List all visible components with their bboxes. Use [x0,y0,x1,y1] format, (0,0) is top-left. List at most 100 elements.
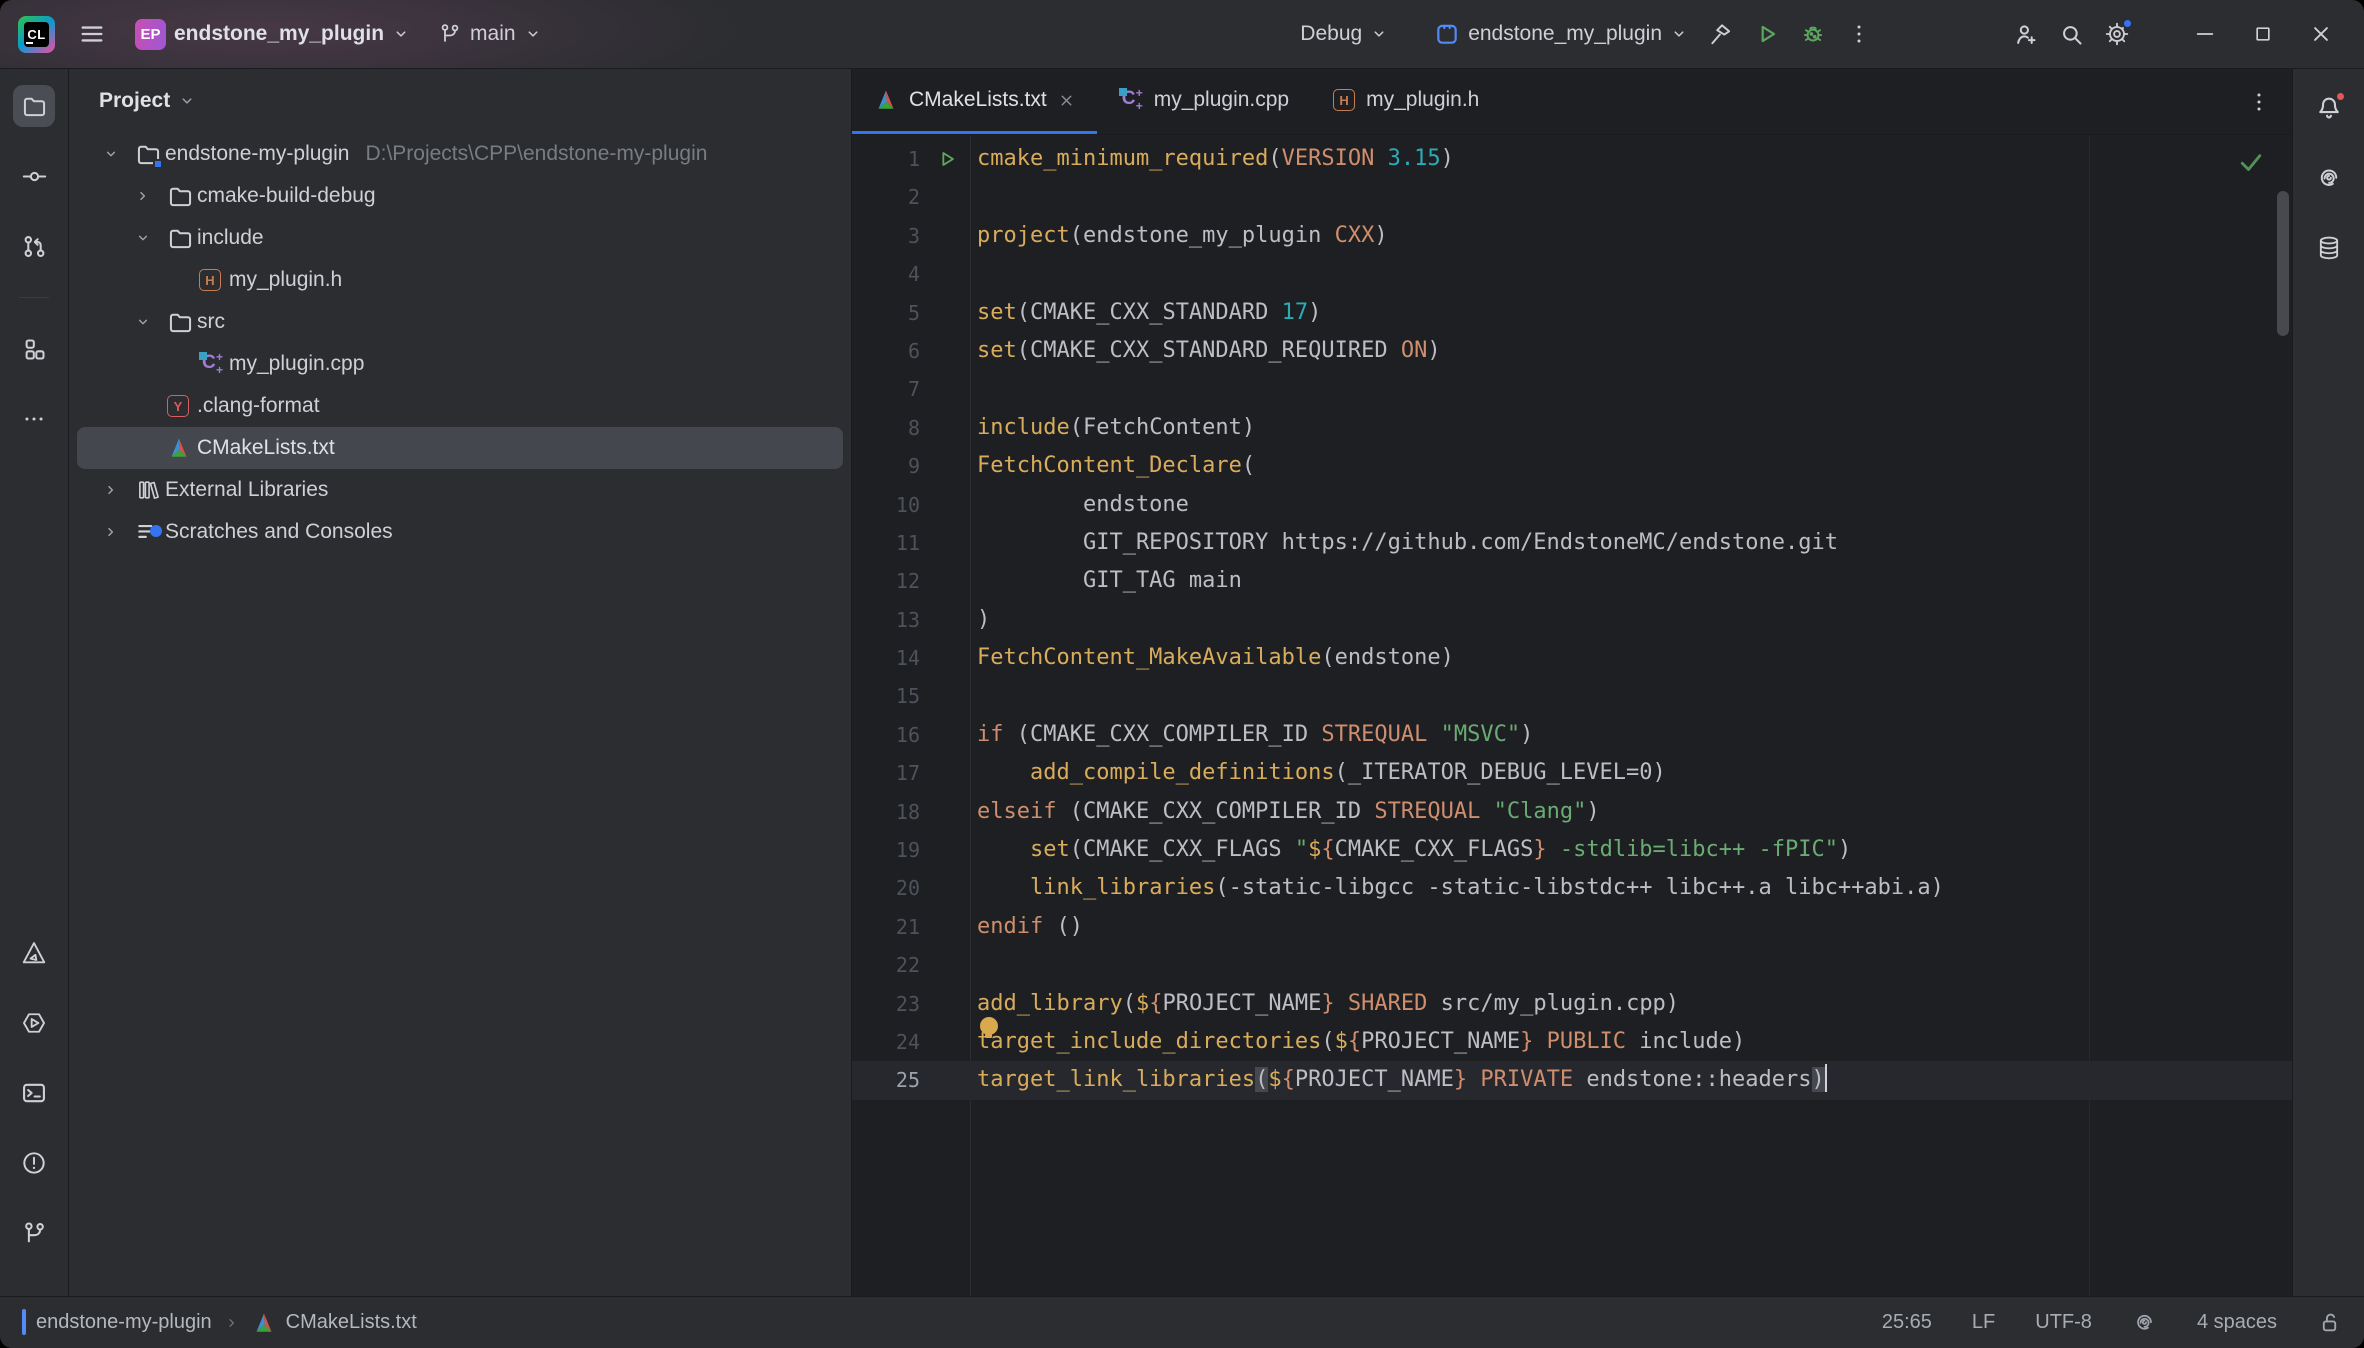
code-line-18[interactable]: 18elseif (CMAKE_CXX_COMPILER_ID STREQUAL… [852,793,2292,831]
code-line-16[interactable]: 16if (CMAKE_CXX_COMPILER_ID STREQUAL "MS… [852,716,2292,754]
intention-bulb-icon[interactable] [980,1017,998,1035]
close-button[interactable] [2292,11,2350,57]
inspection-status-ok[interactable] [2236,147,2266,177]
search-everywhere-button[interactable] [2048,11,2094,57]
code-line-25[interactable]: 25target_link_libraries(${PROJECT_NAME} … [852,1061,2292,1099]
chevron-down-icon[interactable] [135,230,151,246]
line-number-25[interactable]: 25 [852,1061,970,1099]
line-number-20[interactable]: 20 [852,869,970,907]
line-number-5[interactable]: 5 [852,294,970,332]
close-tab-icon[interactable] [1058,92,1075,109]
code-line-12[interactable]: 12 GIT_TAG main [852,562,2292,600]
code-editor[interactable]: 1cmake_minimum_required(VERSION 3.15)23p… [852,135,2292,1296]
build-button[interactable] [1698,11,1744,57]
chevron-right-icon[interactable] [103,482,119,498]
tree-item-include[interactable]: include [69,217,851,259]
tool-stripe-services[interactable] [13,1002,55,1044]
code-line-11[interactable]: 11 GIT_REPOSITORY https://github.com/End… [852,524,2292,562]
line-number-9[interactable]: 9 [852,447,970,485]
spellcheck-icon[interactable] [2132,1310,2157,1335]
tree-item-endstone-my-plugin[interactable]: endstone-my-pluginD:\Projects\CPP\endsto… [69,133,851,175]
tree-item-external-libraries[interactable]: External Libraries [69,469,851,511]
encoding-widget[interactable]: UTF-8 [2035,1311,2092,1334]
line-number-24[interactable]: 24 [852,1023,970,1061]
unlocked-icon[interactable] [2317,1310,2342,1335]
code-line-4[interactable]: 4 [852,255,2292,293]
project-widget[interactable]: EP endstone_my_plugin [125,11,420,58]
line-number-18[interactable]: 18 [852,793,970,831]
line-number-23[interactable]: 23 [852,985,970,1023]
indent-widget[interactable]: 4 spaces [2197,1311,2277,1334]
tree-item--clang-format[interactable]: Y.clang-format [69,385,851,427]
line-number-4[interactable]: 4 [852,255,970,293]
code-line-23[interactable]: 23add_library(${PROJECT_NAME} SHARED src… [852,985,2292,1023]
line-number-16[interactable]: 16 [852,716,970,754]
code-line-21[interactable]: 21endif () [852,908,2292,946]
maximize-button[interactable] [2234,11,2292,57]
code-line-20[interactable]: 20 link_libraries(-static-libgcc -static… [852,869,2292,907]
breadcrumb-endstone-my-plugin[interactable]: endstone-my-plugin [22,1311,212,1334]
line-number-15[interactable]: 15 [852,677,970,715]
line-number-17[interactable]: 17 [852,754,970,792]
editor-scrollbar[interactable] [2277,191,2289,336]
code-line-6[interactable]: 6set(CMAKE_CXX_STANDARD_REQUIRED ON) [852,332,2292,370]
tool-stripe-pull-requests[interactable] [13,225,55,267]
debug-button[interactable] [1790,11,1836,57]
run-mode-selector[interactable]: Debug [1290,14,1398,54]
code-line-8[interactable]: 8include(FetchContent) [852,409,2292,447]
tab-cmakelists-txt[interactable]: CMakeLists.txt [852,69,1097,134]
more-run-actions-button[interactable] [1836,11,1882,57]
code-line-22[interactable]: 22 [852,946,2292,984]
code-line-3[interactable]: 3project(endstone_my_plugin CXX) [852,217,2292,255]
tree-item-src[interactable]: src [69,301,851,343]
tool-stripe-ai-assistant[interactable] [2308,157,2350,199]
code-line-5[interactable]: 5set(CMAKE_CXX_STANDARD 17) [852,294,2292,332]
code-line-7[interactable]: 7 [852,370,2292,408]
line-number-11[interactable]: 11 [852,524,970,562]
main-menu-button[interactable] [69,11,115,57]
line-number-12[interactable]: 12 [852,562,970,600]
tool-stripe-more-tool-windows[interactable] [13,398,55,440]
tree-item-cmake-build-debug[interactable]: cmake-build-debug [69,175,851,217]
code-line-24[interactable]: 24target_include_directories(${PROJECT_N… [852,1023,2292,1061]
line-separator-widget[interactable]: LF [1972,1311,1995,1334]
chevron-right-icon[interactable] [135,188,151,204]
line-number-3[interactable]: 3 [852,217,970,255]
tool-stripe-terminal[interactable] [13,1072,55,1114]
minimize-button[interactable] [2176,11,2234,57]
line-number-22[interactable]: 22 [852,946,970,984]
code-line-2[interactable]: 2 [852,178,2292,216]
tool-stripe-project[interactable] [13,85,55,127]
tool-stripe-notifications[interactable] [2308,87,2350,129]
code-line-13[interactable]: 13) [852,601,2292,639]
code-with-me-button[interactable] [2002,11,2048,57]
code-line-14[interactable]: 14FetchContent_MakeAvailable(endstone) [852,639,2292,677]
tool-stripe-version-control[interactable] [13,1212,55,1254]
line-number-1[interactable]: 1 [852,140,970,178]
tool-stripe-database[interactable] [2308,227,2350,269]
settings-button[interactable] [2094,11,2140,57]
line-number-19[interactable]: 19 [852,831,970,869]
vcs-branch-widget[interactable]: main [428,14,552,54]
chevron-right-icon[interactable] [103,524,119,540]
tree-item-my-plugin-h[interactable]: Hmy_plugin.h [69,259,851,301]
line-number-13[interactable]: 13 [852,601,970,639]
line-number-6[interactable]: 6 [852,332,970,370]
run-line-icon[interactable] [936,148,958,170]
line-number-2[interactable]: 2 [852,178,970,216]
line-number-21[interactable]: 21 [852,908,970,946]
line-number-14[interactable]: 14 [852,639,970,677]
breadcrumb-cmakelists-txt[interactable]: CMakeLists.txt [252,1311,417,1335]
tree-item-my-plugin-cpp[interactable]: C++my_plugin.cpp [69,343,851,385]
caret-position-widget[interactable]: 25:65 [1882,1311,1932,1334]
line-number-10[interactable]: 10 [852,486,970,524]
line-number-8[interactable]: 8 [852,409,970,447]
run-button[interactable] [1744,11,1790,57]
chevron-down-icon[interactable] [103,146,119,162]
code-line-10[interactable]: 10 endstone [852,486,2292,524]
tab-my-plugin-cpp[interactable]: C++my_plugin.cpp [1097,69,1311,134]
project-panel-header[interactable]: Project [69,69,851,133]
tool-stripe-commit[interactable] [13,155,55,197]
code-line-17[interactable]: 17 add_compile_definitions(_ITERATOR_DEB… [852,754,2292,792]
code-line-19[interactable]: 19 set(CMAKE_CXX_FLAGS "${CMAKE_CXX_FLAG… [852,831,2292,869]
